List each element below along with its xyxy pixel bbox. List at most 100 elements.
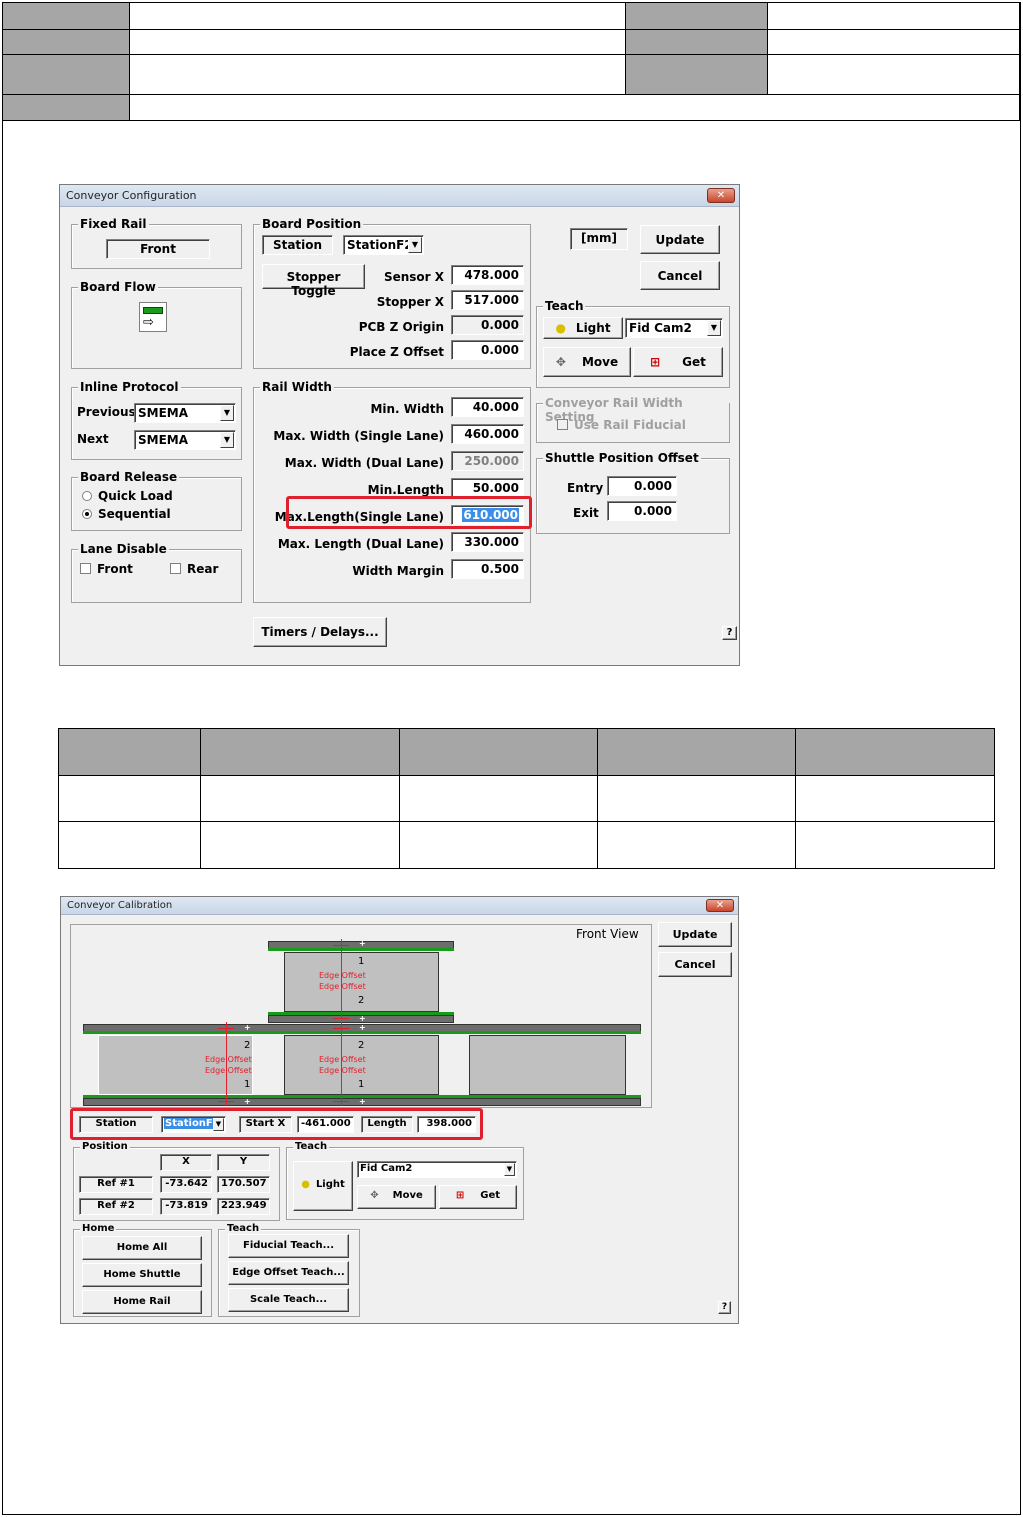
- fixed-rail-group: Fixed Rail Front: [71, 217, 242, 269]
- min-width-field[interactable]: 40.000: [451, 397, 524, 417]
- plus-marker: +: [359, 939, 366, 948]
- close-icon[interactable]: ✕: [707, 188, 735, 203]
- ref2-label: Ref #2: [79, 1198, 153, 1215]
- ref2-y-field: 223.949: [217, 1198, 270, 1215]
- header-cell: [626, 30, 768, 55]
- fiducial-teach-button[interactable]: Fiducial Teach...: [228, 1234, 349, 1258]
- get-button[interactable]: ⊞ Get: [439, 1185, 517, 1209]
- place-z-offset-field[interactable]: 0.000: [451, 340, 524, 360]
- chevron-down-icon[interactable]: ▼: [220, 432, 234, 448]
- highlight-box: [286, 496, 532, 529]
- home-all-button[interactable]: Home All: [82, 1236, 202, 1260]
- checkbox-icon: [170, 563, 181, 574]
- exit-field[interactable]: 0.000: [607, 501, 677, 521]
- help-icon[interactable]: ?: [722, 626, 737, 640]
- board-flow-icon[interactable]: ⇨: [139, 302, 167, 332]
- board-release-group: Board Release Quick Load Sequential: [71, 470, 242, 531]
- camera-select[interactable]: Fid Cam2 ▼: [625, 318, 723, 338]
- width-margin-label: Width Margin: [352, 564, 444, 578]
- max-width-dual-field: 250.000: [451, 451, 524, 471]
- get-button[interactable]: ⊞ Get: [633, 347, 723, 377]
- edge-offset-teach-button[interactable]: Edge Offset Teach...: [228, 1261, 349, 1285]
- max-width-dual-label: Max. Width (Dual Lane): [284, 456, 444, 470]
- marker-number: 1: [358, 956, 365, 967]
- home-group: Home Home All Home Shuttle Home Rail: [73, 1223, 212, 1317]
- camera-select[interactable]: Fid Cam2 ▼: [357, 1161, 517, 1178]
- rear-checkbox[interactable]: Rear: [170, 562, 218, 576]
- table-cell: [200, 821, 400, 869]
- get-coordinate-icon: ⊞: [455, 1190, 465, 1201]
- board-position-group: Board Position Station StationF2 ▼ Stoppe…: [253, 217, 531, 369]
- header-cell: [626, 55, 768, 95]
- home-rail-button[interactable]: Home Rail: [82, 1290, 202, 1314]
- cancel-button[interactable]: Cancel: [658, 952, 732, 977]
- home-shuttle-button[interactable]: Home Shuttle: [82, 1263, 202, 1287]
- move-arrows-icon: ✥: [370, 1190, 379, 1201]
- light-button[interactable]: ● Light: [293, 1161, 353, 1211]
- scale-teach-button[interactable]: Scale Teach...: [228, 1288, 349, 1312]
- move-button[interactable]: ✥ Move: [543, 347, 631, 377]
- front-label: Front: [97, 562, 133, 576]
- help-icon[interactable]: ?: [718, 1301, 731, 1314]
- chevron-down-icon[interactable]: ▼: [504, 1163, 515, 1176]
- light-button[interactable]: ● Light: [543, 317, 623, 339]
- marker-number: 2: [358, 995, 365, 1006]
- table-cell: [58, 728, 201, 776]
- group-label: Lane Disable: [78, 542, 169, 556]
- edge-offset-label: Edge Offset: [319, 1066, 366, 1075]
- group-label: Inline Protocol: [78, 380, 181, 394]
- max-length-dual-field[interactable]: 330.000: [451, 532, 524, 552]
- cancel-button[interactable]: Cancel: [640, 261, 720, 290]
- stopper-x-label: Stopper X: [376, 295, 444, 309]
- camera-select-value: Fid Cam2: [360, 1163, 413, 1174]
- max-width-single-field[interactable]: 460.000: [451, 424, 524, 444]
- sensor-x-label: Sensor X: [383, 270, 444, 284]
- chevron-down-icon[interactable]: ▼: [707, 320, 721, 336]
- marker-number: 1: [358, 1079, 365, 1090]
- light-label: Light: [575, 321, 611, 335]
- quick-load-radio[interactable]: Quick Load: [82, 489, 173, 503]
- pcb-z-origin-label: PCB Z Origin: [358, 320, 444, 334]
- stopper-x-field[interactable]: 517.000: [451, 290, 524, 310]
- checkbox-icon: [80, 563, 91, 574]
- use-rail-fiducial-checkbox[interactable]: Use Rail Fiducial: [557, 418, 686, 432]
- units-display: [mm]: [570, 228, 628, 250]
- sensor-x-field[interactable]: 478.000: [451, 265, 524, 285]
- header-cell: [768, 3, 1020, 30]
- previous-label: Previous: [77, 405, 136, 419]
- close-icon[interactable]: ✕: [706, 899, 734, 912]
- sequential-radio[interactable]: Sequential: [82, 507, 171, 521]
- move-button[interactable]: ✥ Move: [357, 1185, 436, 1209]
- header-cell: [768, 30, 1020, 55]
- update-button[interactable]: Update: [658, 922, 732, 947]
- group-label: Shuttle Position Offset: [543, 451, 701, 465]
- table-cell: [795, 775, 995, 822]
- teach-group: Teach ● Light Fid Cam2 ▼ ✥ Move ⊞ Get: [286, 1141, 524, 1220]
- stopper-toggle-button[interactable]: Stopper Toggle: [262, 264, 365, 298]
- window-title: Conveyor Configuration: [60, 185, 739, 207]
- entry-field[interactable]: 0.000: [607, 476, 677, 496]
- chevron-down-icon[interactable]: ▼: [408, 237, 422, 253]
- offset-tick: [218, 1101, 234, 1102]
- update-button[interactable]: Update: [640, 225, 720, 254]
- ref2-x-field: -73.819: [160, 1198, 212, 1215]
- table-cell: [58, 775, 201, 822]
- front-checkbox[interactable]: Front: [80, 562, 133, 576]
- width-margin-field[interactable]: 0.500: [451, 559, 524, 579]
- next-select[interactable]: SMEMA ▼: [134, 430, 236, 450]
- station-select[interactable]: StationF2 ▼: [343, 235, 424, 255]
- chevron-down-icon[interactable]: ▼: [220, 405, 234, 421]
- offset-tick: [333, 1018, 349, 1019]
- timers-delays-button[interactable]: Timers / Delays...: [253, 617, 387, 647]
- min-length-field[interactable]: 50.000: [451, 478, 524, 498]
- plus-marker: +: [359, 1097, 366, 1106]
- move-label: Move: [392, 1190, 423, 1201]
- plus-marker: +: [359, 1014, 366, 1023]
- next-select-value: SMEMA: [138, 433, 189, 447]
- spec-table: [58, 728, 995, 869]
- previous-select[interactable]: SMEMA ▼: [134, 403, 236, 423]
- edge-offset-label: Edge Offset: [205, 1055, 252, 1064]
- rail-width-setting-group: Conveyor Rail Width Setting Use Rail Fid…: [536, 396, 730, 443]
- get-coordinate-icon: ⊞: [650, 355, 661, 369]
- marker-number: 2: [358, 1040, 365, 1051]
